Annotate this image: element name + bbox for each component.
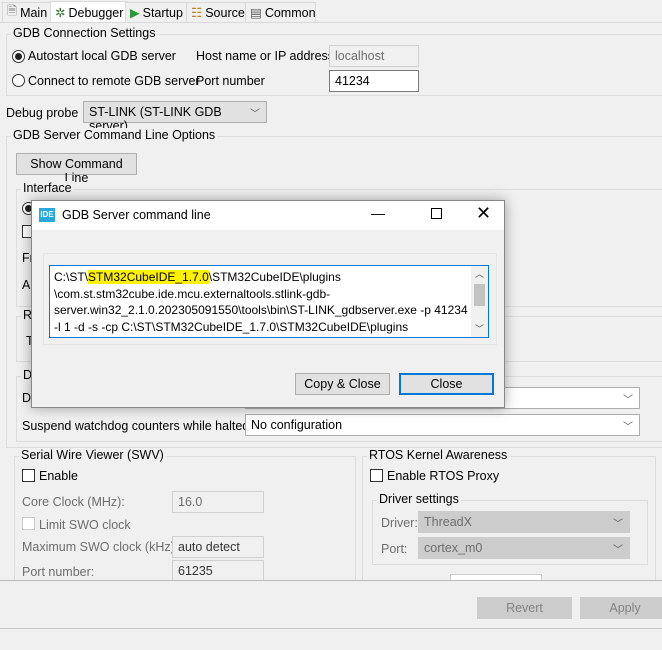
- tab-common[interactable]: ▤ Common: [245, 2, 316, 22]
- close-button[interactable]: Close: [399, 373, 494, 395]
- maximize-icon[interactable]: [431, 208, 442, 219]
- ide-logo-icon: IDE: [39, 208, 55, 222]
- play-icon: ▶: [130, 6, 140, 20]
- suspend-label: Suspend watchdog counters while halted:: [22, 419, 253, 433]
- copy-and-close-button[interactable]: Copy & Close: [295, 373, 390, 395]
- rtos-port-select[interactable]: cortex_m0 ﹀: [418, 537, 630, 559]
- rtos-port-label: Port:: [381, 542, 408, 556]
- port-input[interactable]: 41234: [329, 70, 419, 92]
- hidden-label: D: [22, 391, 32, 405]
- max-swo-label: Maximum SWO clock (kHz):: [22, 540, 179, 554]
- tab-source[interactable]: ☷ Source: [186, 2, 250, 22]
- driver-label: Driver:: [381, 516, 418, 530]
- suspend-select[interactable]: No configuration ﹀: [245, 414, 640, 436]
- rtos-proxy-checkbox[interactable]: [370, 469, 383, 482]
- dialog-title-bar: IDE GDB Server command line — ✕: [32, 201, 504, 230]
- command-line-textarea[interactable]: C:\ST\STM32CubeIDE_1.7.0\STM32CubeIDE\pl…: [49, 265, 489, 338]
- revert-button[interactable]: Revert: [477, 597, 572, 619]
- chevron-down-icon: ﹀: [250, 109, 260, 120]
- minimize-icon[interactable]: —: [371, 205, 385, 221]
- host-input[interactable]: localhost: [329, 45, 419, 67]
- tab-debugger[interactable]: ✲ Debugger: [50, 1, 129, 23]
- chevron-down-icon: ﹀: [623, 395, 633, 406]
- scrollbar-thumb[interactable]: [474, 284, 485, 306]
- window-icon: ▤: [250, 6, 262, 20]
- gdb-command-line-dialog: IDE GDB Server command line — ✕ C:\ST\ST…: [31, 200, 505, 408]
- core-clock-input[interactable]: 16.0: [172, 491, 264, 513]
- debug-probe-select[interactable]: ST-LINK (ST-LINK GDB server) ﹀: [83, 101, 267, 133]
- swv-port-label: Port number:: [22, 565, 95, 579]
- limit-swo-checkbox[interactable]: [22, 517, 35, 530]
- scroll-down-icon[interactable]: ﹀: [475, 321, 484, 337]
- show-command-line-button[interactable]: Show Command Line: [16, 153, 137, 185]
- source-icon: ☷: [191, 6, 203, 20]
- chevron-down-icon: ﹀: [613, 519, 623, 530]
- port-label: Port number: [196, 74, 265, 88]
- bug-icon: ✲: [55, 6, 66, 20]
- max-swo-input[interactable]: auto detect: [172, 536, 264, 558]
- scroll-up-icon[interactable]: ︿: [475, 266, 484, 283]
- chevron-down-icon: ﹀: [613, 545, 623, 556]
- core-clock-label: Core Clock (MHz):: [22, 495, 125, 509]
- dialog-title: GDB Server command line: [62, 208, 211, 222]
- tab-startup[interactable]: ▶ Startup: [125, 2, 188, 22]
- driver-select[interactable]: ThreadX ﹀: [418, 511, 630, 533]
- swv-port-input[interactable]: 61235: [172, 560, 264, 582]
- hidden-label: A: [22, 278, 31, 292]
- remote-radio[interactable]: [12, 74, 25, 87]
- host-label: Host name or IP address: [196, 49, 335, 63]
- remote-label: Connect to remote GDB server: [28, 74, 200, 88]
- vertical-scrollbar[interactable]: ︿ ﹀: [471, 266, 488, 337]
- autostart-label: Autostart local GDB server: [28, 49, 176, 63]
- chevron-down-icon: ﹀: [623, 422, 633, 433]
- footer-divider: [0, 628, 662, 629]
- limit-swo-label: Limit SWO clock: [39, 518, 131, 532]
- highlighted-text: STM32CubeIDE_1.7.0: [88, 270, 209, 284]
- tab-main[interactable]: 🗎 Main: [2, 2, 53, 22]
- debug-probe-label: Debug probe: [6, 106, 79, 120]
- rtos-proxy-label: Enable RTOS Proxy: [387, 469, 500, 483]
- tab-divider: [0, 22, 662, 23]
- swv-enable-label: Enable: [39, 469, 78, 483]
- file-icon: 🗎: [7, 4, 18, 18]
- apply-button[interactable]: Apply: [580, 597, 662, 619]
- swv-enable-checkbox[interactable]: [22, 469, 35, 482]
- close-icon[interactable]: ✕: [476, 203, 491, 224]
- autostart-radio[interactable]: [12, 50, 25, 63]
